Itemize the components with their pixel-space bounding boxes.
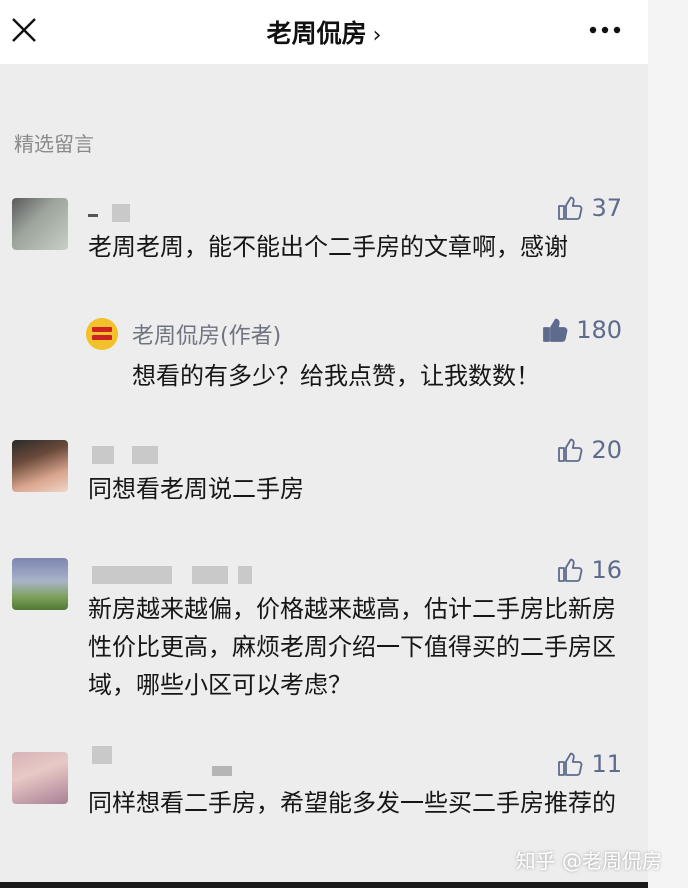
thumbs-up-filled-icon [543, 318, 568, 342]
comment-text: 同样想看二手房，希望能多发一些买二手房推荐的 [88, 789, 616, 817]
bottom-edge [0, 882, 648, 888]
reply-author: 老周侃房(作者) [132, 324, 282, 349]
reply-text: 想看的有多少？给我点赞，让我数数！ [132, 362, 540, 390]
avatar[interactable] [12, 440, 68, 492]
right-strip [648, 0, 688, 888]
more-icon[interactable] [588, 16, 622, 44]
thumbs-up-icon [558, 558, 583, 582]
title-text: 老周侃房 [266, 19, 367, 48]
thumbs-up-icon [558, 438, 583, 462]
watermark: 知乎 @老周侃房 [515, 849, 662, 873]
author-logo-icon [86, 318, 118, 350]
like-count: 180 [576, 316, 622, 344]
like-button[interactable]: 180 [542, 316, 622, 344]
like-button[interactable]: 20 [557, 436, 622, 464]
like-count: 37 [591, 194, 622, 222]
top-bar: 老周侃房 › [0, 0, 648, 64]
author-avatar[interactable] [86, 318, 118, 350]
page-title[interactable]: 老周侃房 › [0, 14, 648, 50]
avatar[interactable] [12, 752, 68, 804]
avatar[interactable] [12, 198, 68, 250]
comment-text: 老周老周，能不能出个二手房的文章啊，感谢 [88, 233, 568, 261]
like-count: 16 [591, 556, 622, 584]
comment-text: 新房越来越偏，价格越来越高，估计二手房比新房性价比更高，麻烦老周介绍一下值得买的… [88, 595, 616, 699]
like-button[interactable]: 37 [557, 194, 622, 222]
comment-text: 同想看老周说二手房 [88, 475, 304, 503]
thumbs-up-icon [558, 752, 583, 776]
thumbs-up-icon [558, 196, 583, 220]
like-count: 20 [591, 436, 622, 464]
chevron-right-icon: › [372, 23, 382, 48]
section-title: 精选留言 [14, 132, 94, 156]
like-button[interactable]: 16 [557, 556, 622, 584]
like-button[interactable]: 11 [557, 750, 622, 778]
like-count: 11 [591, 750, 622, 778]
avatar[interactable] [12, 558, 68, 610]
